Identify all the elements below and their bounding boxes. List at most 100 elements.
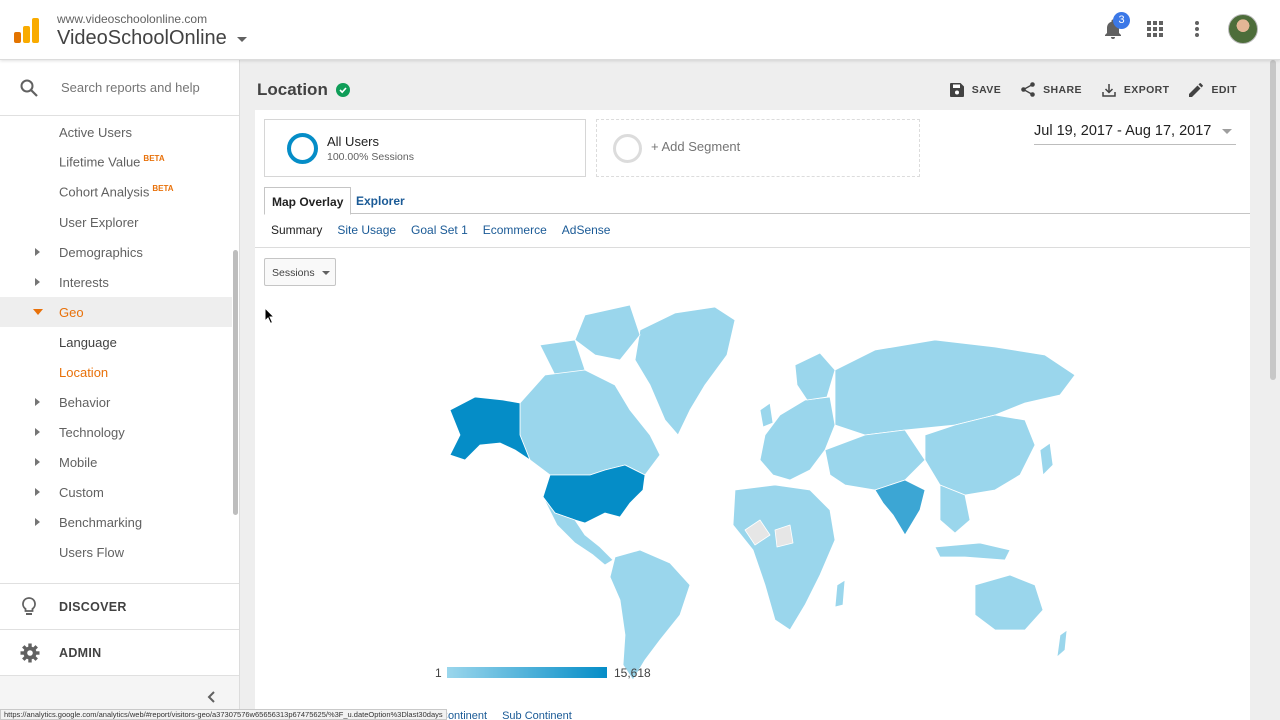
analytics-logo-icon[interactable] — [14, 18, 40, 44]
legend-max: 15,618 — [614, 666, 651, 680]
sidebar-item-geo[interactable]: Geo — [0, 297, 232, 327]
sidebar-item-language[interactable]: Language — [0, 327, 232, 357]
search-bar[interactable]: Search reports and help — [0, 60, 239, 116]
sidebar-item-location[interactable]: Location — [0, 357, 232, 387]
sidebar-item-label-wrap: Cohort Analysis BETA — [59, 184, 174, 199]
pencil-icon — [1189, 82, 1204, 97]
sidebar-item-demographics[interactable]: Demographics — [0, 237, 232, 267]
sidebar-item-label: Mobile — [59, 454, 98, 470]
region-australia — [974, 574, 1044, 631]
notification-badge: 3 — [1113, 12, 1130, 29]
sidebar-item-active-users[interactable]: Active Users — [0, 117, 232, 147]
region-east-asia — [924, 414, 1036, 496]
admin-label: ADMIN — [59, 646, 102, 660]
sidebar-item-label: Lifetime Value — [59, 154, 141, 170]
sidebar-item-custom[interactable]: Custom — [0, 477, 232, 507]
metric-label: Sessions — [272, 267, 315, 279]
sidebar-item-label: Technology — [59, 424, 125, 440]
region-alaska — [449, 396, 531, 461]
header-actions: 3 — [1102, 12, 1258, 44]
sidebar-item-technology[interactable]: Technology — [0, 417, 232, 447]
account-selector[interactable]: VideoSchoolOnline — [57, 27, 247, 50]
discover-button[interactable]: DISCOVER — [0, 583, 239, 629]
sidebar-item-behavior[interactable]: Behavior — [0, 387, 232, 417]
sidebar-item-lifetime-value[interactable]: Lifetime Value BETA — [0, 147, 232, 177]
lightbulb-icon — [22, 597, 36, 615]
region-south-america — [609, 549, 691, 681]
link-continent[interactable]: Continent — [440, 710, 487, 720]
chevron-down-icon — [322, 271, 330, 275]
region-russia — [834, 339, 1076, 436]
sidebar-item-label: Language — [59, 334, 117, 350]
subtab-goal-set-1[interactable]: Goal Set 1 — [411, 223, 468, 237]
edit-button[interactable]: EDIT — [1189, 82, 1237, 97]
gear-icon — [20, 643, 40, 663]
export-button[interactable]: EXPORT — [1102, 82, 1170, 97]
sidebar-scrollbar[interactable] — [233, 250, 238, 515]
region-indonesia — [934, 542, 1011, 561]
check-circle-icon — [335, 83, 350, 97]
share-button[interactable]: SHARE — [1021, 82, 1082, 97]
mouse-pointer-icon — [264, 307, 276, 325]
sidebar-item-users-flow[interactable]: Users Flow — [0, 537, 232, 567]
segment-card[interactable]: All Users 100.00% Sessions — [264, 119, 586, 177]
notifications-button[interactable]: 3 — [1102, 12, 1130, 40]
link-sub-continent[interactable]: Sub Continent — [502, 710, 572, 720]
sidebar-item-cohort-analysis[interactable]: Cohort Analysis BETA — [0, 177, 232, 207]
tab-map-overlay[interactable]: Map Overlay — [264, 187, 352, 215]
sidebar-item-label-wrap: Lifetime Value BETA — [59, 154, 165, 169]
tab-explorer[interactable]: Explorer — [349, 187, 412, 215]
add-segment-button[interactable]: + Add Segment — [596, 119, 920, 177]
collapse-arrow-icon — [33, 309, 43, 315]
sidebar-item-label: Benchmarking — [59, 514, 143, 530]
sidebar-item-label: Geo — [59, 304, 84, 320]
sidebar-item-user-explorer[interactable]: User Explorer — [0, 207, 232, 237]
chevron-left-icon[interactable] — [206, 690, 216, 704]
date-range-picker[interactable]: Jul 19, 2017 - Aug 17, 2017 — [1034, 123, 1236, 145]
segment-ring-icon — [287, 133, 318, 164]
subtab-summary[interactable]: Summary — [271, 223, 322, 237]
export-label: EXPORT — [1123, 83, 1170, 96]
admin-button[interactable]: ADMIN — [0, 629, 239, 675]
more-vert-icon — [1195, 21, 1199, 37]
expand-arrow-icon — [35, 488, 40, 496]
report-panel: All Users 100.00% Sessions + Add Segment… — [255, 110, 1250, 720]
save-label: SAVE — [971, 83, 1002, 96]
subtab-ecommerce[interactable]: Ecommerce — [483, 223, 547, 237]
sidebar-item-label: Demographics — [59, 244, 143, 260]
sidebar-item-benchmarking[interactable]: Benchmarking — [0, 507, 232, 537]
add-segment-label: + Add Segment — [651, 139, 741, 154]
expand-arrow-icon — [35, 428, 40, 436]
main-scrollbar[interactable] — [1270, 60, 1276, 380]
report-actions: SAVE SHARE EXPORT EDIT — [949, 82, 1237, 97]
sidebar-item-label: User Explorer — [59, 214, 139, 230]
map-legend: 1 15,618 — [435, 665, 685, 685]
save-button[interactable]: SAVE — [949, 82, 1002, 97]
region-africa — [732, 484, 836, 631]
region-uk — [759, 402, 774, 428]
metric-dropdown[interactable]: Sessions — [264, 258, 336, 286]
sidebar-item-label: Cohort Analysis — [59, 184, 150, 200]
region-arctic-islands-west — [539, 339, 586, 376]
avatar[interactable] — [1228, 14, 1258, 44]
expand-arrow-icon — [35, 458, 40, 466]
sidebar-item-mobile[interactable]: Mobile — [0, 447, 232, 477]
region-central-asia — [824, 429, 926, 491]
sidebar-item-label: Users Flow — [59, 544, 125, 560]
sidebar-item-interests[interactable]: Interests — [0, 267, 232, 297]
expand-arrow-icon — [35, 278, 40, 286]
search-icon — [20, 79, 38, 97]
subtab-adsense[interactable]: AdSense — [562, 223, 611, 237]
sidebar-item-label: Custom — [59, 484, 104, 500]
beta-badge: BETA — [152, 184, 174, 194]
subtab-site-usage[interactable]: Site Usage — [337, 223, 396, 237]
save-icon — [949, 82, 964, 97]
apps-button[interactable] — [1144, 18, 1166, 40]
explorer-subtabs: Summary Site Usage Goal Set 1 Ecommerce … — [271, 223, 610, 237]
apps-grid-icon — [1147, 21, 1163, 37]
discover-label: DISCOVER — [59, 600, 127, 614]
more-options-button[interactable] — [1186, 18, 1208, 40]
download-icon — [1102, 83, 1116, 97]
legend-min: 1 — [435, 666, 442, 680]
world-map[interactable] — [435, 285, 1095, 690]
